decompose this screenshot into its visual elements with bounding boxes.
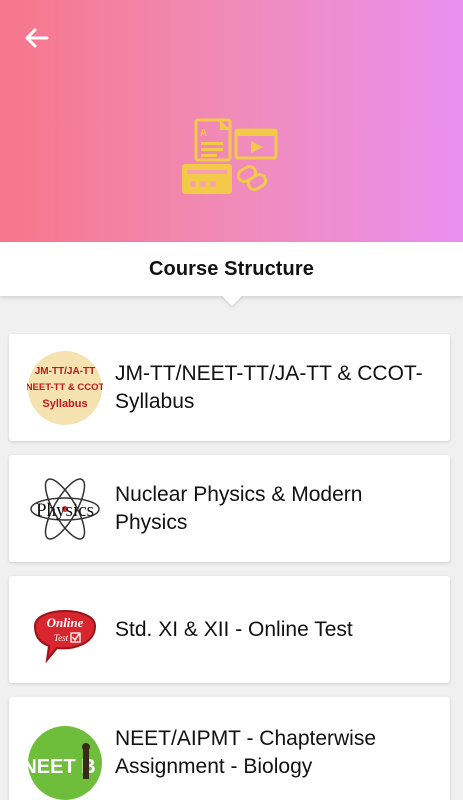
- course-title: NEET/AIPMT - Chapterwise Assignment - Bi…: [115, 727, 377, 778]
- header-banner: A: [0, 0, 463, 242]
- svg-text:A: A: [200, 128, 207, 139]
- course-thumbnail: Physics: [27, 471, 103, 547]
- back-button[interactable]: [18, 22, 54, 54]
- thumb-word: Physics: [36, 500, 94, 521]
- course-thumbnail: JM-TT/JA-TT NEET-TT & CCOT Syllabus: [27, 350, 103, 426]
- page-title: Course Structure: [149, 257, 314, 280]
- course-title: JM-TT/NEET-TT/JA-TT & CCOT-Syllabus: [115, 361, 423, 413]
- thumb-text-line1: Online: [47, 615, 84, 630]
- course-title: Std. XI & XII - Online Test: [115, 617, 353, 641]
- thumb-text-line2: NEET-TT & CCOT: [27, 382, 103, 393]
- course-item-syllabus[interactable]: JM-TT/JA-TT NEET-TT & CCOT Syllabus JM-T…: [9, 334, 450, 441]
- thumb-text-line3: Syllabus: [42, 398, 87, 410]
- course-title: Nuclear Physics & Modern Physics: [115, 482, 363, 534]
- arrow-left-icon: [25, 28, 49, 48]
- course-materials-icon: A: [182, 118, 278, 194]
- course-item-biology[interactable]: NEET B NEET/AIPMT - Chapterwise Assignme…: [9, 697, 450, 800]
- course-item-online-test[interactable]: Online Test Std. XI & XII - Online Test: [9, 576, 450, 683]
- online-test-icon: Online Test: [33, 609, 97, 663]
- thumb-text-line1: JM-TT/JA-TT: [35, 366, 96, 377]
- syllabus-badge-icon: JM-TT/JA-TT NEET-TT & CCOT Syllabus: [27, 350, 103, 425]
- atom-icon: Physics: [30, 477, 100, 540]
- course-list: JM-TT/JA-TT NEET-TT & CCOT Syllabus JM-T…: [9, 334, 450, 800]
- course-thumbnail: Online Test: [27, 592, 103, 668]
- section-title-bar: Course Structure: [0, 242, 463, 306]
- neet-biology-icon: NEET B: [27, 726, 102, 800]
- thumb-text-line2: Test: [54, 633, 69, 643]
- course-item-physics[interactable]: Physics Nuclear Physics & Modern Physics: [9, 455, 450, 562]
- course-thumbnail: NEET B: [27, 725, 103, 800]
- title-pointer: [220, 295, 243, 306]
